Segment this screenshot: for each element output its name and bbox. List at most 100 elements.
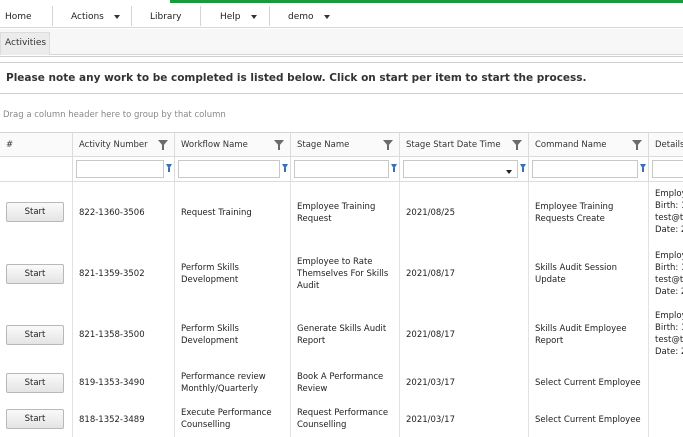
filter-date-picker[interactable]: [403, 160, 518, 178]
filter-input-stage-name[interactable]: [294, 160, 389, 178]
column-header-activity-number[interactable]: Activity Number: [73, 133, 175, 157]
filter-icon[interactable]: [383, 140, 393, 150]
accent-stripe: [170, 0, 683, 3]
table-row: Start 821-1358-3500 Perform Skills Devel…: [0, 304, 683, 366]
command-name-line: Skills Audit Session: [535, 263, 617, 273]
filter-options-icon[interactable]: [520, 164, 526, 173]
stage-name-line: Employee Training: [297, 202, 376, 212]
tab-divider: [0, 56, 683, 57]
menu-divider: [200, 6, 201, 26]
cell-stage-start: 2021/08/17: [400, 244, 529, 304]
filter-cell-details: [649, 157, 683, 182]
cell-stage-name: Request Performance Counselling: [291, 402, 400, 437]
workflow-name-line: Request Training: [181, 208, 252, 218]
column-header-stage-name[interactable]: Stage Name: [291, 133, 400, 157]
top-menu-bar: Home Actions Library Help demo: [0, 0, 683, 28]
notice-text: Please note any work to be completed is …: [6, 72, 587, 84]
filter-cell-activity-number: [73, 157, 175, 182]
menu-divider: [131, 6, 132, 26]
activity-number: 819-1353-3490: [79, 378, 145, 388]
filter-icon[interactable]: [512, 140, 522, 150]
cell-details: Employ Birth: 1 test@t Date: 2: [649, 244, 683, 304]
filter-icon[interactable]: [632, 140, 642, 150]
start-button[interactable]: Start: [6, 202, 64, 222]
activities-grid: # Activity Number Workflow Name Stage Na…: [0, 132, 683, 437]
stage-start-date: 2021/03/17: [406, 378, 455, 388]
column-header-index[interactable]: #: [0, 133, 73, 157]
menu-actions[interactable]: Actions: [71, 10, 120, 24]
cell-stage-start: 2021/08/25: [400, 182, 529, 244]
details-line: test@t: [655, 275, 683, 285]
cell-details: Employ Birth: 1 test@t Date: 2: [649, 304, 683, 366]
column-header-label: Activity Number: [79, 140, 148, 150]
cell-workflow-name: Perform Skills Development: [175, 304, 291, 366]
activity-number: 821-1359-3502: [79, 269, 145, 279]
table-row: Start 819-1353-3490 Performance review M…: [0, 366, 683, 402]
column-header-details[interactable]: Details: [649, 133, 683, 157]
details-line: Employ: [655, 251, 683, 261]
filter-input-details[interactable]: [652, 160, 683, 178]
cell-action: Start: [0, 304, 73, 366]
column-header-workflow-name[interactable]: Workflow Name: [175, 133, 291, 157]
column-header-label: Command Name: [535, 140, 607, 150]
stage-name-line: Themselves For Skills: [297, 269, 389, 279]
start-button[interactable]: Start: [6, 373, 64, 393]
filter-cell-stage-name: [291, 157, 400, 182]
stage-name-line: Book A Performance: [297, 372, 384, 382]
start-button[interactable]: Start: [6, 264, 64, 284]
cell-activity-number: 821-1358-3500: [73, 304, 175, 366]
cell-stage-name: Employee Training Request: [291, 182, 400, 244]
cell-activity-number: 819-1353-3490: [73, 366, 175, 402]
cell-workflow-name: Performance review Monthly/Quarterly: [175, 366, 291, 402]
cell-details: [649, 402, 683, 437]
filter-icon[interactable]: [158, 140, 168, 150]
workflow-name-line: Counselling: [181, 420, 231, 430]
filter-input-workflow-name[interactable]: [178, 160, 280, 178]
cell-command-name: Select Current Employee: [529, 366, 649, 402]
column-header-stage-start[interactable]: Stage Start Date Time: [400, 133, 529, 157]
workflow-name-line: Execute Performance: [181, 408, 272, 418]
filter-input-command-name[interactable]: [532, 160, 638, 178]
stage-name-line: Generate Skills Audit: [297, 324, 387, 334]
table-row: Start 818-1352-3489 Execute Performance …: [0, 402, 683, 437]
cell-stage-name: Employee to Rate Themselves For Skills A…: [291, 244, 400, 304]
chevron-down-icon[interactable]: [506, 170, 512, 174]
filter-options-icon[interactable]: [391, 164, 397, 173]
workflow-name-line: Performance review: [181, 372, 266, 382]
workflow-name-line: Perform Skills: [181, 324, 239, 334]
tab-bar: Activities: [0, 29, 683, 55]
stage-start-date: 2021/08/25: [406, 208, 455, 218]
filter-options-icon[interactable]: [640, 164, 646, 173]
workflow-name-line: Monthly/Quarterly: [181, 384, 259, 394]
filter-row: [0, 157, 683, 182]
filter-cell-index: [0, 157, 73, 182]
stage-start-date: 2021/08/17: [406, 330, 455, 340]
menu-help[interactable]: Help: [220, 10, 257, 24]
table-row: Start 821-1359-3502 Perform Skills Devel…: [0, 244, 683, 304]
filter-icon[interactable]: [274, 140, 284, 150]
command-name-line: Skills Audit Employee: [535, 324, 627, 334]
menu-library[interactable]: Library: [150, 10, 181, 24]
start-button[interactable]: Start: [6, 409, 64, 429]
start-button[interactable]: Start: [6, 325, 64, 345]
cell-activity-number: 821-1359-3502: [73, 244, 175, 304]
details-line: Date: 2: [655, 225, 683, 235]
tab-activities[interactable]: Activities: [0, 32, 50, 55]
filter-options-icon[interactable]: [282, 164, 288, 173]
command-name-line: Select Current Employee: [535, 415, 641, 425]
group-by-hint[interactable]: Drag a column header here to group by th…: [3, 110, 226, 120]
menu-user[interactable]: demo: [288, 10, 330, 24]
column-header-label: Details: [655, 140, 683, 150]
cell-stage-start: 2021/03/17: [400, 366, 529, 402]
stage-name-line: Request Performance: [297, 408, 389, 418]
column-header-label: Stage Name: [297, 140, 350, 150]
cell-action: Start: [0, 244, 73, 304]
cell-details: Employ Birth: 1 test@t Date: 2: [649, 182, 683, 244]
details-line: Birth: 1: [655, 323, 683, 333]
notice-banner: Please note any work to be completed is …: [0, 62, 683, 94]
column-header-label: Workflow Name: [181, 140, 248, 150]
filter-options-icon[interactable]: [166, 164, 172, 173]
filter-input-activity-number[interactable]: [76, 160, 164, 178]
menu-home[interactable]: Home: [5, 10, 32, 24]
column-header-command-name[interactable]: Command Name: [529, 133, 649, 157]
